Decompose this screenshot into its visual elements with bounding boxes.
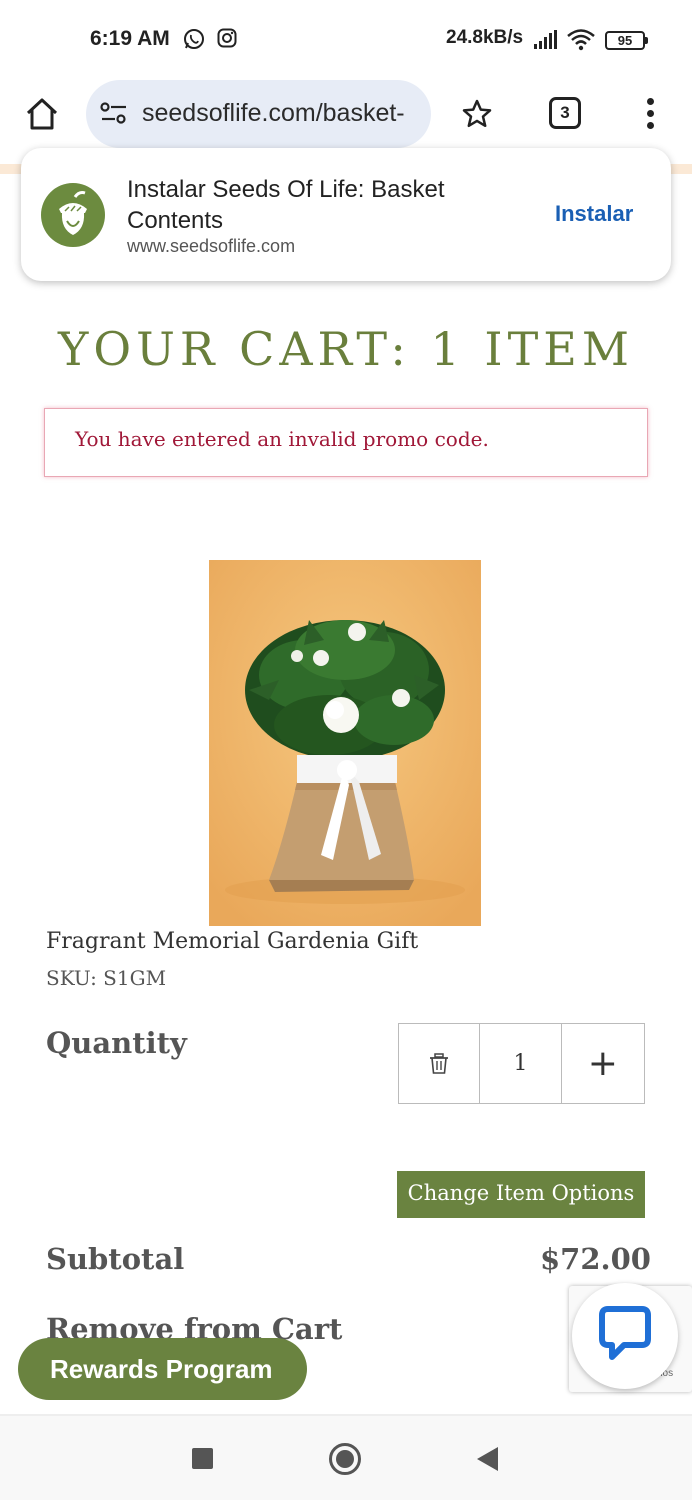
rewards-program-button[interactable]: Rewards Program	[18, 1338, 307, 1400]
plus-icon: +	[587, 1042, 618, 1084]
recents-icon[interactable]	[192, 1448, 213, 1469]
home-nav-icon[interactable]	[329, 1443, 361, 1475]
wifi-icon	[567, 29, 595, 51]
chat-bubble-icon	[599, 1306, 651, 1360]
url-text[interactable]: seedsoflife.com/basket-	[142, 99, 422, 128]
tabs-icon[interactable]: 3	[549, 97, 581, 129]
battery-icon: 95	[605, 31, 648, 50]
signal-icon	[534, 30, 557, 49]
chat-button[interactable]	[572, 1283, 678, 1389]
trash-icon	[430, 1052, 449, 1074]
product-image[interactable]	[209, 560, 481, 926]
instagram-icon	[217, 28, 237, 48]
install-button[interactable]: Instalar	[555, 201, 633, 227]
whatsapp-icon	[184, 29, 204, 49]
product-sku: SKU: S1GM	[46, 966, 167, 990]
install-title: Instalar Seeds Of Life: Basket Contents	[127, 176, 445, 234]
alert-message: You have entered an invalid promo code.	[75, 427, 489, 451]
quantity-value[interactable]: 1	[514, 1051, 528, 1076]
page-title: YOUR CART: 1 ITEM	[58, 322, 634, 376]
status-time: 6:19 AM	[90, 27, 170, 50]
system-nav-bar	[0, 1416, 692, 1500]
product-name[interactable]: Fragrant Memorial Gardenia Gift	[46, 929, 418, 954]
site-settings-icon[interactable]	[100, 102, 128, 126]
install-app-prompt[interactable]: Instalar Seeds Of Life: Basket Contents …	[21, 148, 671, 281]
quantity-stepper: 1 +	[398, 1023, 645, 1104]
increase-quantity-button[interactable]: +	[562, 1024, 644, 1103]
subtotal-label: Subtotal	[46, 1242, 185, 1276]
install-url: www.seedsoflife.com	[127, 236, 296, 256]
network-speed: 24.8kB/s	[446, 27, 524, 48]
bookmark-star-icon[interactable]	[461, 98, 493, 130]
address-bar[interactable]: seedsoflife.com/basket-	[86, 80, 431, 148]
promo-error-alert: You have entered an invalid promo code.	[44, 408, 648, 477]
quantity-input[interactable]: 1	[480, 1024, 562, 1103]
back-icon[interactable]	[477, 1447, 498, 1471]
home-icon[interactable]	[24, 96, 60, 132]
subtotal-value: $72.00	[540, 1242, 651, 1276]
change-item-options-button[interactable]: Change Item Options	[397, 1171, 645, 1218]
delete-item-button[interactable]	[399, 1024, 481, 1103]
quantity-label: Quantity	[46, 1026, 187, 1060]
acorn-logo-icon	[41, 183, 105, 247]
more-menu-icon[interactable]	[640, 98, 660, 130]
status-bar: 6:19 AM 24.8kB/s 95	[0, 0, 692, 80]
